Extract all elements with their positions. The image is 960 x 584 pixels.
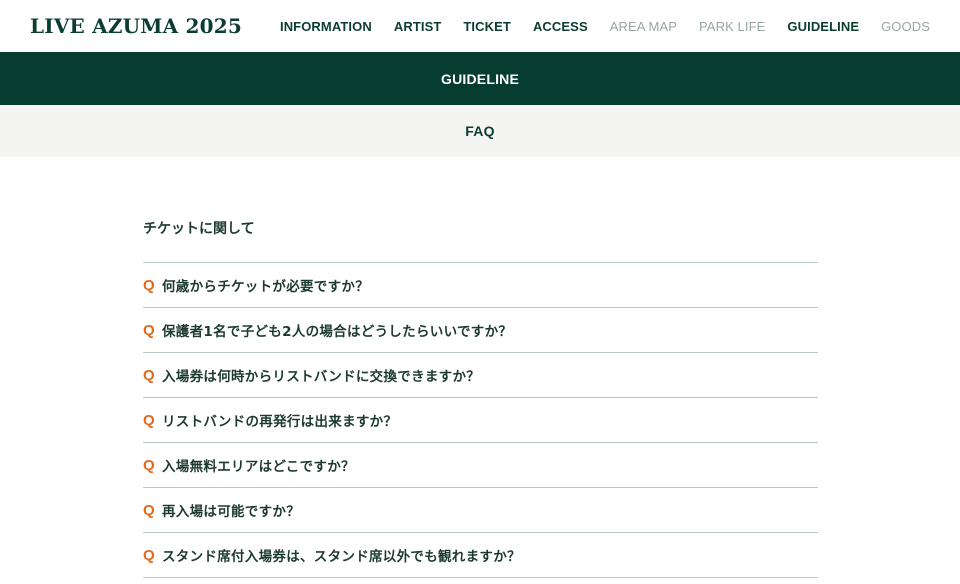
faq-item[interactable]: Q スタンド席付入場券は、スタンド席以外でも観れますか？ — [143, 533, 818, 578]
faq-item[interactable]: Q 入場券は何時からリストバンドに交換できますか？ — [143, 353, 818, 398]
faq-question: リストバンドの再発行は出来ますか？ — [162, 414, 398, 430]
site-header: LIVE AZUMA 2025 INFORMATION ARTIST TICKE… — [0, 0, 960, 52]
faq-section: チケットに関して Q 何歳からチケットが必要ですか？ Q 保護者1名で子ども2人… — [143, 157, 818, 578]
faq-question: 再入場は可能ですか？ — [162, 504, 300, 520]
main-nav: INFORMATION ARTIST TICKET ACCESS AREA MA… — [280, 0, 930, 52]
page-title: GUIDELINE — [440, 70, 520, 87]
faq-question: 入場無料エリアはどこですか？ — [162, 459, 355, 475]
faq-item[interactable]: Q リストバンドの再発行は出来ますか？ — [143, 398, 818, 443]
faq-question: 保護者1名で子ども2人の場合はどうしたらいいですか？ — [162, 324, 513, 340]
nav-goods[interactable]: GOODS — [881, 19, 930, 34]
section-heading: FAQ — [465, 123, 495, 139]
faq-category-title: チケットに関して — [143, 221, 255, 237]
q-icon: Q — [143, 411, 155, 429]
sub-banner: FAQ — [0, 105, 960, 157]
q-icon: Q — [143, 366, 155, 384]
site-logo[interactable]: LIVE AZUMA 2025 — [30, 13, 242, 39]
nav-information[interactable]: INFORMATION — [280, 19, 372, 34]
faq-question: スタンド席付入場券は、スタンド席以外でも観れますか？ — [162, 549, 521, 565]
faq-question: 何歳からチケットが必要ですか？ — [162, 279, 369, 295]
faq-list: Q 何歳からチケットが必要ですか？ Q 保護者1名で子ども2人の場合はどうしたら… — [143, 262, 818, 578]
q-icon: Q — [143, 276, 155, 294]
nav-ticket[interactable]: TICKET — [463, 19, 511, 34]
q-icon: Q — [143, 501, 155, 519]
page-banner: GUIDELINE — [0, 52, 960, 105]
faq-item[interactable]: Q 何歳からチケットが必要ですか？ — [143, 263, 818, 308]
faq-question: 入場券は何時からリストバンドに交換できますか？ — [162, 369, 481, 385]
faq-item[interactable]: Q 保護者1名で子ども2人の場合はどうしたらいいですか？ — [143, 308, 818, 353]
nav-artist[interactable]: ARTIST — [394, 19, 442, 34]
q-icon: Q — [143, 456, 155, 474]
nav-area-map[interactable]: AREA MAP — [610, 19, 677, 34]
nav-park-life[interactable]: PARK LIFE — [699, 19, 765, 34]
faq-item[interactable]: Q 入場無料エリアはどこですか？ — [143, 443, 818, 488]
q-icon: Q — [143, 321, 155, 339]
faq-item[interactable]: Q 再入場は可能ですか？ — [143, 488, 818, 533]
q-icon: Q — [143, 546, 155, 564]
nav-access[interactable]: ACCESS — [533, 19, 588, 34]
nav-guideline[interactable]: GUIDELINE — [787, 19, 859, 34]
